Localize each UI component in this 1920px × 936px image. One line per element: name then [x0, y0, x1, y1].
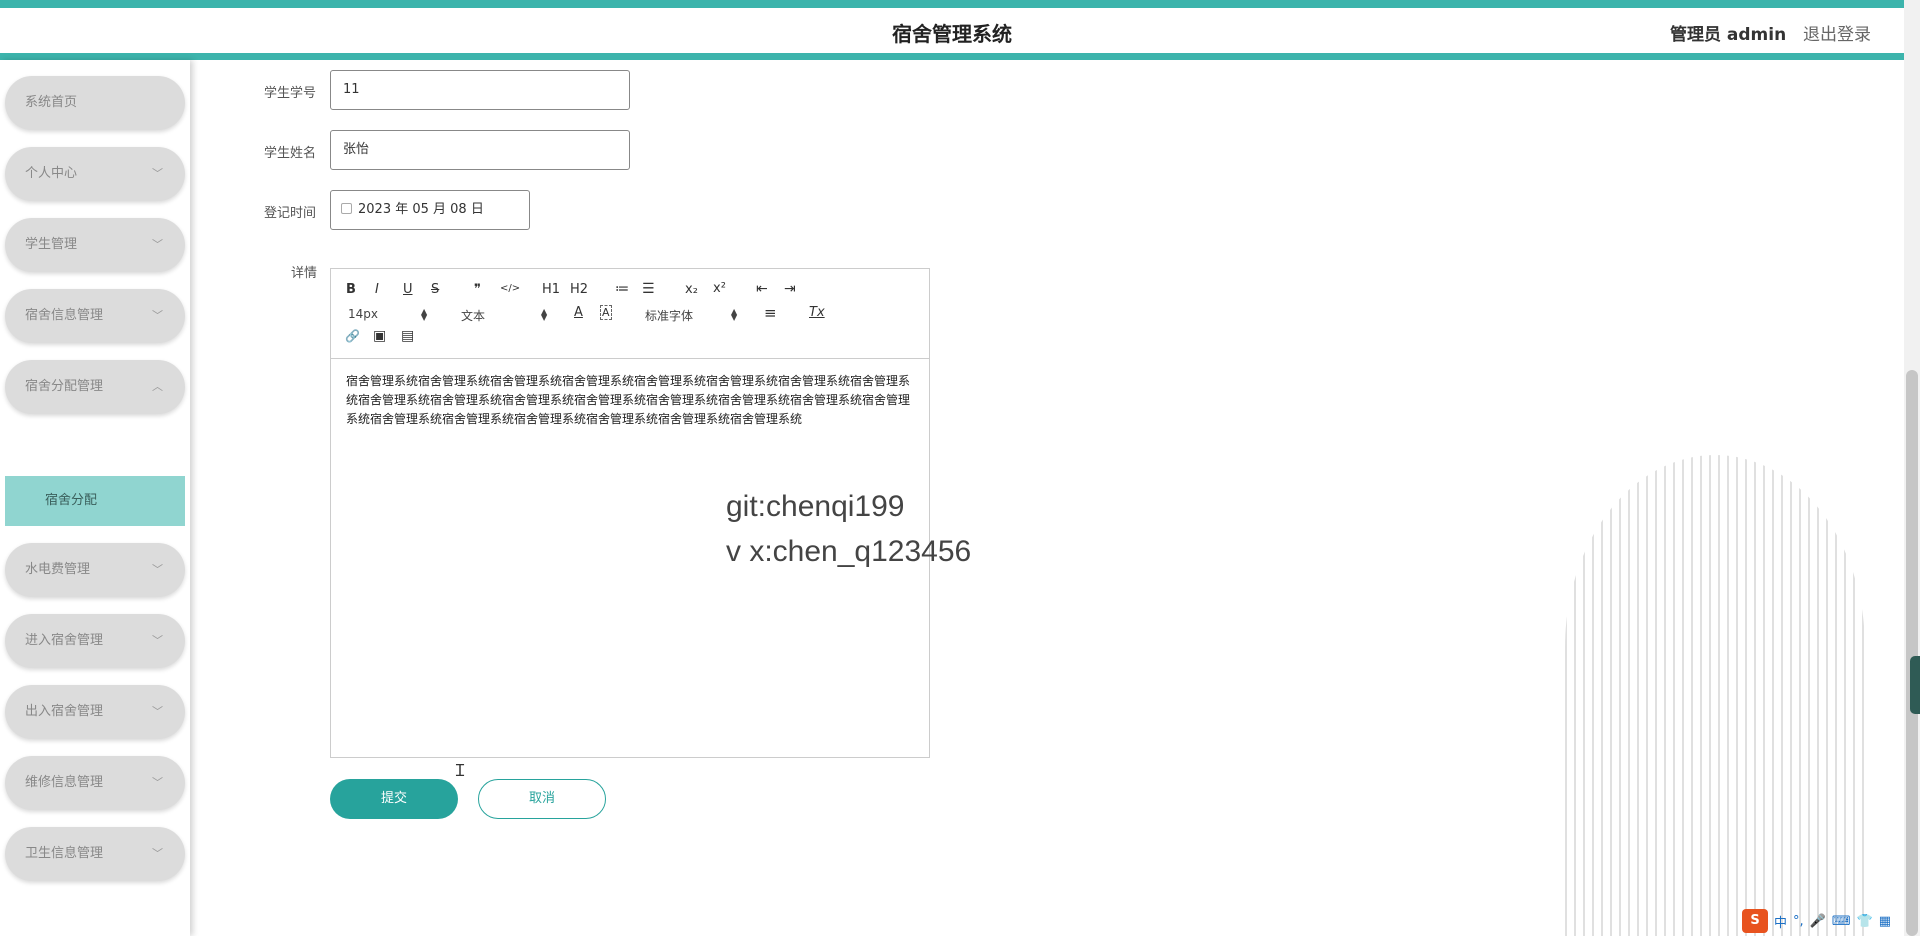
chevron-down-icon: ﹀: [152, 776, 163, 789]
font-family-value: 标准字体: [645, 309, 694, 323]
underline-button[interactable]: U: [403, 282, 413, 297]
link-button[interactable]: 🔗: [345, 329, 360, 343]
student-name-input[interactable]: 张怡: [330, 130, 630, 170]
chevron-down-icon: ﹀: [152, 309, 163, 322]
font-family-select[interactable]: 标准字体 ▲ ▼: [645, 307, 739, 324]
code-block-button[interactable]: </>: [500, 283, 520, 294]
sidebar-item-students[interactable]: 学生管理 ﹀: [5, 218, 185, 272]
grid-menu-icon[interactable]: ▦: [1879, 914, 1891, 929]
sidebar-item-label: 宿舍信息管理: [25, 308, 104, 323]
select-arrows-icon: ▲ ▼: [541, 307, 548, 322]
sidebar-item-dorm-assign[interactable]: 宿舍分配管理 ︿: [5, 360, 185, 414]
sidebar-item-hygiene[interactable]: 卫生信息管理 ﹀: [5, 827, 185, 881]
font-color-button[interactable]: A: [574, 305, 583, 320]
bold-button[interactable]: B: [346, 282, 356, 297]
punctuation-icon[interactable]: °,: [1793, 914, 1804, 929]
cancel-button[interactable]: 取消: [478, 779, 606, 819]
sidebar-subitem-dorm-assign[interactable]: 宿舍分配: [5, 476, 185, 526]
ime-toolbar: S 中 °, 🎤 ⌨ 👕 ▦: [1742, 909, 1891, 933]
header-divider: [0, 53, 1904, 60]
sidebar: 系统首页 个人中心 ﹀ 学生管理 ﹀ 宿舍信息管理 ﹀ 宿舍分配管理 ︿ 宿舍分…: [0, 60, 190, 936]
date-label: 登记时间: [264, 206, 317, 221]
header-bar: 宿舍管理系统 管理员 admin 退出登录: [0, 8, 1904, 53]
bullet-list-button[interactable]: ☰: [642, 281, 655, 297]
sidebar-item-label: 进入宿舍管理: [25, 633, 104, 648]
date-value: 2023 年 05 月 08 日: [358, 202, 484, 217]
sidebar-item-repairs[interactable]: 维修信息管理 ﹀: [5, 756, 185, 810]
sidebar-item-label: 宿舍分配管理: [25, 379, 104, 394]
chevron-down-icon: ﹀: [152, 705, 163, 718]
editor-content[interactable]: 宿舍管理系统宿舍管理系统宿舍管理系统宿舍管理系统宿舍管理系统宿舍管理系统宿舍管理…: [346, 372, 916, 429]
sidebar-item-profile[interactable]: 个人中心 ﹀: [5, 147, 185, 201]
chevron-down-icon: ﹀: [152, 847, 163, 860]
select-arrows-icon: ▲ ▼: [421, 307, 428, 322]
background-color-button[interactable]: A: [600, 305, 612, 320]
microphone-icon[interactable]: 🎤: [1810, 914, 1826, 929]
detail-label: 详情: [291, 266, 318, 281]
sidebar-item-inout-dorm[interactable]: 出入宿舍管理 ﹀: [5, 685, 185, 739]
submit-button[interactable]: 提交: [330, 779, 458, 819]
chevron-down-icon: ﹀: [152, 634, 163, 647]
header-select[interactable]: 文本 ▲ ▼: [461, 307, 548, 324]
sidebar-item-dorm-info[interactable]: 宿舍信息管理 ﹀: [5, 289, 185, 343]
h2-button[interactable]: H2: [570, 282, 588, 297]
student-id-input[interactable]: 11: [330, 70, 630, 110]
user-label: 管理员 admin: [1670, 25, 1787, 45]
date-picker-input[interactable]: 2023 年 05 月 08 日: [330, 190, 530, 230]
sogou-logo-icon[interactable]: S: [1742, 909, 1768, 933]
sidebar-item-enter-dorm[interactable]: 进入宿舍管理 ﹀: [5, 614, 185, 668]
watermark-line-2: v x:chen_q123456: [726, 535, 972, 568]
ime-mode-button[interactable]: 中: [1774, 912, 1787, 931]
italic-button[interactable]: I: [375, 282, 379, 297]
sidebar-item-label: 水电费管理: [25, 562, 91, 577]
header-select-value: 文本: [461, 309, 486, 323]
editor-toolbar: B I U S ❞ </> H1 H2 ≔ ☰ x₂ x² ⇤ ⇥ 14px ▲…: [331, 269, 929, 359]
superscript-button[interactable]: x²: [713, 281, 726, 296]
outdent-button[interactable]: ⇤: [756, 281, 768, 297]
chevron-up-icon: ︿: [152, 380, 163, 393]
sidebar-item-label: 个人中心: [25, 166, 78, 181]
sidebar-item-label: 出入宿舍管理: [25, 704, 104, 719]
font-size-value: 14px: [348, 307, 378, 321]
clear-format-button[interactable]: Tx: [809, 305, 825, 320]
image-button[interactable]: ▣: [373, 328, 386, 344]
sidebar-item-label: 维修信息管理: [25, 775, 104, 790]
select-arrows-icon: ▲ ▼: [731, 307, 738, 322]
blockquote-button[interactable]: ❞: [474, 282, 481, 297]
sidebar-item-label: 卫生信息管理: [25, 846, 104, 861]
top-accent-stripe: [0, 0, 1904, 8]
strike-button[interactable]: S: [431, 282, 439, 297]
side-panel-handle[interactable]: [1910, 656, 1920, 714]
sidebar-item-label: 学生管理: [25, 237, 78, 252]
chevron-down-icon: ﹀: [152, 167, 163, 180]
app-title: 宿舍管理系统: [892, 22, 1012, 46]
chevron-down-icon: ﹀: [152, 563, 163, 576]
decorative-striped-oval: [1565, 455, 1865, 936]
scrollbar-thumb[interactable]: [1906, 370, 1918, 936]
sidebar-item-utilities[interactable]: 水电费管理 ﹀: [5, 543, 185, 597]
ordered-list-button[interactable]: ≔: [615, 281, 629, 297]
sidebar-item-label: 系统首页: [25, 95, 78, 110]
subscript-button[interactable]: x₂: [685, 282, 698, 297]
video-button[interactable]: ▤: [401, 328, 414, 344]
sidebar-item-home[interactable]: 系统首页: [5, 76, 185, 130]
skin-icon[interactable]: 👕: [1857, 914, 1873, 929]
h1-button[interactable]: H1: [542, 282, 560, 297]
keyboard-icon[interactable]: ⌨: [1832, 914, 1851, 929]
student-name-label: 学生姓名: [264, 146, 317, 161]
align-button[interactable]: ≡: [764, 304, 777, 322]
indent-button[interactable]: ⇥: [784, 281, 796, 297]
text-cursor-icon: Ｉ: [452, 761, 469, 780]
calendar-icon: [341, 203, 352, 214]
student-id-label: 学生学号: [264, 86, 317, 101]
chevron-down-icon: ﹀: [152, 238, 163, 251]
logout-link[interactable]: 退出登录: [1803, 20, 1871, 45]
watermark-line-1: git:chenqi199: [726, 490, 905, 523]
font-size-select[interactable]: 14px ▲ ▼: [348, 307, 432, 322]
